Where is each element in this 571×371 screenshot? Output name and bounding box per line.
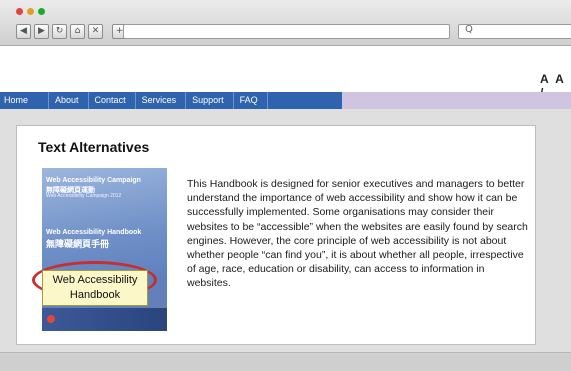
nav-services-link[interactable]: Services [136, 92, 187, 109]
cover-logo-icon [47, 315, 55, 323]
cover-handbook-title-zh: 無障礙網頁手冊 [46, 239, 110, 249]
maximize-window-button[interactable] [38, 8, 45, 15]
content-panel: Text Alternatives Web Accessibility Camp… [16, 125, 536, 345]
cover-footer-stripe [42, 308, 167, 331]
address-bar[interactable] [123, 24, 450, 39]
browser-toolbar: ◀ ▶ ↻ ⌂ ✕ + Q [0, 0, 571, 46]
alt-text-tooltip: Web Accessibility Handbook [42, 270, 148, 306]
menu-links: Home About Contact Services Support FAQ [0, 92, 342, 109]
browser-nav-buttons: ◀ ▶ ↻ ⌂ ✕ + [16, 24, 127, 39]
forward-icon[interactable]: ▶ [34, 24, 49, 39]
search-field[interactable]: Q [458, 24, 571, 39]
back-icon[interactable]: ◀ [16, 24, 31, 39]
nav-about-link[interactable]: About [49, 92, 89, 109]
close-window-button[interactable] [16, 8, 23, 15]
handbook-cover-image[interactable]: Web Accessibility Campaign 無障礙網頁運動 Web A… [42, 168, 167, 331]
cover-small-text: Web Accessibility Campaign 2012 [46, 193, 122, 199]
nav-home-link[interactable]: Home [0, 92, 50, 109]
cover-handbook-title: Web Accessibility Handbook [46, 229, 142, 236]
cover-campaign-title: Web Accessibility Campaign [46, 177, 141, 184]
nav-contact-link[interactable]: Contact [89, 92, 136, 109]
window-controls [16, 8, 45, 15]
home-icon[interactable]: ⌂ [70, 24, 85, 39]
page-footer [0, 352, 571, 371]
main-navigation: Home About Contact Services Support FAQ [0, 92, 571, 109]
search-icon: Q [465, 24, 473, 35]
reload-icon[interactable]: ↻ [52, 24, 67, 39]
minimize-window-button[interactable] [27, 8, 34, 15]
content-area: Text Alternatives Web Accessibility Camp… [0, 109, 571, 352]
nav-faq-link[interactable]: FAQ [234, 92, 268, 109]
section-heading: Text Alternatives [38, 139, 150, 155]
handbook-description: This Handbook is designed for senior exe… [187, 178, 528, 290]
nav-support-link[interactable]: Support [186, 92, 234, 109]
stop-icon[interactable]: ✕ [88, 24, 103, 39]
